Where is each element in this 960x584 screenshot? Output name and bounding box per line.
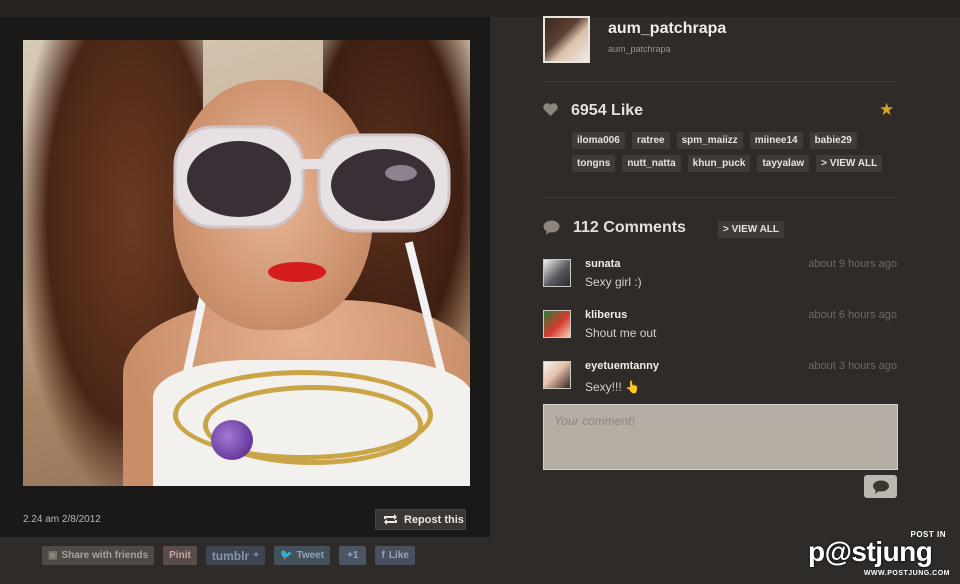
top-bar xyxy=(0,0,960,17)
google-plus-button[interactable]: +1 xyxy=(339,546,367,565)
comment-time: about 9 hours ago xyxy=(808,258,897,270)
tumblr-label: tumblr xyxy=(211,548,250,563)
share-label: Share with friends xyxy=(61,550,149,561)
likes-view-all-button[interactable]: > VIEW ALL xyxy=(816,155,883,172)
like-label: Like xyxy=(388,550,409,561)
comment-input[interactable] xyxy=(543,404,898,470)
share-icon: ▣ xyxy=(48,550,58,561)
comment-item: sunata about 9 hours ago Sexy girl :) xyxy=(543,257,897,302)
liker-tag[interactable]: tongns xyxy=(572,155,616,172)
likers-list: iloma006 ratree spm_maiizz miinee14 babi… xyxy=(572,132,892,172)
avatar[interactable] xyxy=(543,16,590,63)
commenter-avatar[interactable] xyxy=(543,259,571,287)
divider xyxy=(543,81,897,82)
heart-icon[interactable] xyxy=(543,103,558,116)
username[interactable]: aum_patchrapa xyxy=(608,20,726,38)
like-count: 6954 Like xyxy=(571,102,644,119)
share-buttons: ▣ Share with friends Pinit tumblr + 🐦 Tw… xyxy=(42,546,415,566)
watermark-url: WWW.POSTJUNG.COM xyxy=(863,570,950,577)
comment-text: Shout me out xyxy=(585,326,657,340)
tweet-label: Tweet xyxy=(296,550,325,561)
liker-tag[interactable]: spm_maiizz xyxy=(676,132,743,149)
post-timestamp: 2.24 am 2/8/2012 xyxy=(23,514,101,525)
facebook-icon: f xyxy=(381,550,385,561)
liker-tag[interactable]: tayyalaw xyxy=(757,155,810,172)
twitter-icon: 🐦 xyxy=(280,550,293,561)
plus-icon: + xyxy=(253,550,259,561)
comment-text: Sexy girl :) xyxy=(585,275,642,289)
repost-button[interactable]: Repost this xyxy=(375,509,466,530)
post-photo[interactable] xyxy=(23,40,470,486)
liker-tag[interactable]: khun_puck xyxy=(687,155,751,172)
speech-bubble-icon xyxy=(872,480,889,494)
photo-lips xyxy=(268,262,326,282)
comment-icon xyxy=(543,220,560,235)
repost-icon xyxy=(384,514,397,525)
liker-tag[interactable]: miinee14 xyxy=(749,132,803,149)
submit-comment-button[interactable] xyxy=(864,475,897,498)
google-plus-label: +1 xyxy=(347,550,359,561)
commenter-avatar[interactable] xyxy=(543,310,571,338)
comment-time: about 6 hours ago xyxy=(808,309,897,321)
share-with-friends-button[interactable]: ▣ Share with friends xyxy=(42,546,155,565)
user-handle: aum_patchrapa xyxy=(608,44,671,54)
liker-tag[interactable]: nutt_natta xyxy=(622,155,681,172)
comment-item: eyetuemtanny about 3 hours ago Sexy!!! 👆 xyxy=(543,359,897,404)
photo-card: 2.24 am 2/8/2012 Repost this xyxy=(0,17,490,537)
liker-tag[interactable]: ratree xyxy=(631,132,670,149)
commenter-avatar[interactable] xyxy=(543,361,571,389)
repost-label: Repost this xyxy=(404,513,464,526)
facebook-like-button[interactable]: f Like xyxy=(375,546,415,565)
pinit-button[interactable]: Pinit xyxy=(163,546,197,565)
commenter-name[interactable]: eyetuemtanny xyxy=(585,360,659,372)
comments-count: 112 Comments xyxy=(573,219,686,236)
comment-time: about 3 hours ago xyxy=(808,360,897,372)
comment-item: kliberus about 6 hours ago Shout me out xyxy=(543,308,897,353)
commenter-name[interactable]: kliberus xyxy=(585,309,627,321)
photo-pendant xyxy=(211,420,253,460)
photo-sunglasses xyxy=(173,125,451,233)
comment-text: Sexy!!! 👆 xyxy=(585,380,640,394)
watermark-logo: p@stjung xyxy=(808,536,933,567)
comments-view-all-button[interactable]: > VIEW ALL xyxy=(718,221,785,238)
tweet-button[interactable]: 🐦 Tweet xyxy=(274,546,331,565)
liker-tag[interactable]: babie29 xyxy=(809,132,857,149)
liker-tag[interactable]: iloma006 xyxy=(572,132,625,149)
tumblr-button[interactable]: tumblr + xyxy=(205,546,265,565)
star-icon[interactable]: ★ xyxy=(879,100,894,120)
pinit-label: Pinit xyxy=(169,550,191,561)
commenter-name[interactable]: sunata xyxy=(585,258,620,270)
site-watermark: POST IN p@stjung WWW.POSTJUNG.COM xyxy=(808,528,958,582)
divider xyxy=(543,197,897,198)
